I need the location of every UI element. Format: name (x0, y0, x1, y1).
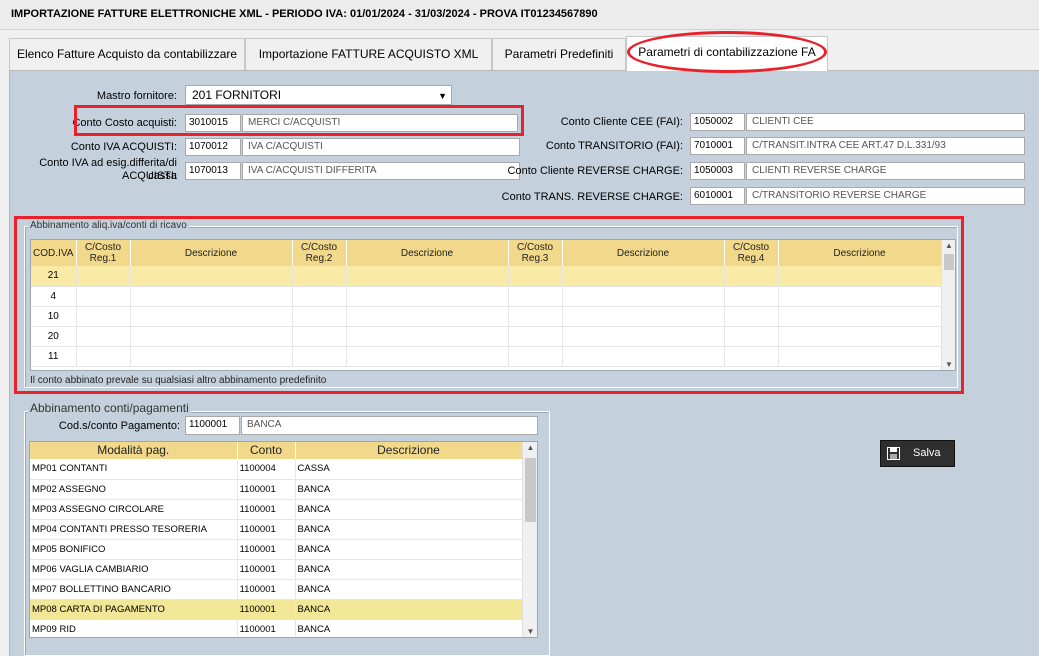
ivadiff-label-2: ACQUISTI: (121, 170, 177, 182)
descrizione-cell[interactable]: CASSA (295, 459, 523, 480)
iva-label: Conto IVA ACQUISTI: (70, 141, 177, 153)
modalita-cell[interactable]: MP02 ASSEGNO (30, 479, 238, 500)
title-bar: IMPORTAZIONE FATTURE ELETTRONICHE XML - … (0, 0, 1039, 30)
trc-code-field[interactable]: 6010001 (690, 187, 745, 205)
save-button-label: Salva (913, 447, 941, 459)
conto-cell[interactable]: 1100001 (237, 479, 296, 500)
table-row[interactable]: MP05 BONIFICO 1100001 BANCA (30, 539, 523, 560)
cod-pagamento-desc: BANCA (241, 416, 538, 435)
table-row[interactable]: MP07 BOLLETTINO BANCARIO 1100001 BANCA (30, 579, 523, 600)
payment-scrollbar[interactable]: ▲ ▼ (522, 442, 537, 637)
conto-cell[interactable]: 1100001 (237, 539, 296, 560)
mastro-label: Mastro fornitore: (96, 90, 177, 102)
descrizione-cell[interactable]: BANCA (295, 559, 523, 580)
cod-pagamento-label: Cod.s/conto Pagamento: (58, 420, 180, 432)
trans-desc-field: C/TRANSIT.INTRA CEE ART.47 D.L.331/93 (746, 137, 1025, 155)
modalita-cell[interactable]: MP08 CARTA DI PAGAMENTO (30, 599, 238, 620)
scroll-thumb[interactable] (525, 458, 536, 522)
tab-strip: Elenco Fatture Acquisto da contabilizzar… (0, 36, 1039, 71)
rc-label: Conto Cliente REVERSE CHARGE: (507, 165, 683, 177)
payment-grid-header: Modalità pag. Conto Descrizione (30, 442, 523, 459)
iva-desc-field: IVA C/ACQUISTI (242, 138, 520, 156)
mastro-value: 201 FORNITORI (192, 88, 282, 102)
mastro-fornitore-select[interactable]: 201 FORNITORI ▼ (185, 85, 452, 105)
iva-code-field[interactable]: 1070012 (185, 138, 241, 156)
col-header[interactable]: Conto (237, 442, 296, 459)
conto-cell[interactable]: 1100001 (237, 519, 296, 540)
tab-label: Elenco Fatture Acquisto da contabilizzar… (16, 47, 238, 61)
ivadiff-desc-field: IVA C/ACQUISTI DIFFERITA (242, 162, 520, 180)
table-row[interactable]: MP03 ASSEGNO CIRCOLARE 1100001 BANCA (30, 499, 523, 520)
descrizione-cell[interactable]: BANCA (295, 479, 523, 500)
window-title: IMPORTAZIONE FATTURE ELETTRONICHE XML - … (11, 8, 598, 20)
tab-parametri-predefiniti[interactable]: Parametri Predefiniti (492, 38, 626, 70)
trans-label: Conto TRANSITORIO (FAI): (545, 140, 683, 152)
modalita-cell[interactable]: MP09 RID (30, 619, 238, 637)
modalita-cell[interactable]: MP04 CONTANTI PRESSO TESORERIA (30, 519, 238, 540)
modalita-cell[interactable]: MP05 BONIFICO (30, 539, 238, 560)
dropdown-arrow-icon: ▼ (438, 91, 447, 101)
conto-cell[interactable]: 1100001 (237, 619, 296, 637)
rc-code-field[interactable]: 1050003 (690, 162, 745, 180)
ivadiff-code-field[interactable]: 1070013 (185, 162, 241, 180)
conto-cell[interactable]: 1100004 (237, 459, 296, 480)
trc-desc-field: C/TRANSITORIO REVERSE CHARGE (746, 187, 1025, 205)
modalita-cell[interactable]: MP06 VAGLIA CAMBIARIO (30, 559, 238, 580)
highlight-costo-box (74, 105, 524, 136)
cee-label: Conto Cliente CEE (FAI): (560, 116, 683, 128)
modalita-cell[interactable]: MP07 BOLLETTINO BANCARIO (30, 579, 238, 600)
trans-code-field[interactable]: 7010001 (690, 137, 745, 155)
conto-cell[interactable]: 1100001 (237, 499, 296, 520)
descrizione-cell[interactable]: BANCA (295, 499, 523, 520)
rc-desc-field: CLIENTI REVERSE CHARGE (746, 162, 1025, 180)
table-row[interactable]: MP01 CONTANTI 1100004 CASSA (30, 459, 523, 480)
tab-importazione-xml[interactable]: Importazione FATTURE ACQUISTO XML (245, 38, 492, 70)
tab-label: Importazione FATTURE ACQUISTO XML (258, 47, 479, 61)
descrizione-cell[interactable]: BANCA (295, 599, 523, 620)
table-row[interactable]: MP09 RID 1100001 BANCA (30, 619, 523, 637)
descrizione-cell[interactable]: BANCA (295, 539, 523, 560)
descrizione-cell[interactable]: BANCA (295, 619, 523, 637)
conto-cell[interactable]: 1100001 (237, 559, 296, 580)
table-row[interactable]: MP04 CONTANTI PRESSO TESORERIA 1100001 BAN… (30, 519, 523, 540)
col-header[interactable]: Modalità pag. (30, 442, 238, 459)
payment-grid[interactable]: Modalità pag. Conto Descrizione MP01 CON… (29, 441, 538, 638)
trc-label: Conto TRANS. REVERSE CHARGE: (501, 191, 683, 203)
highlight-aliq-box (14, 216, 964, 394)
table-row[interactable]: MP02 ASSEGNO 1100001 BANCA (30, 479, 523, 500)
save-icon (887, 447, 900, 460)
descrizione-cell[interactable]: BANCA (295, 519, 523, 540)
tab-elenco-fatture[interactable]: Elenco Fatture Acquisto da contabilizzar… (9, 38, 245, 70)
scroll-down-icon[interactable]: ▼ (523, 626, 537, 637)
table-row[interactable]: MP08 CARTA DI PAGAMENTO 1100001 BANCA (30, 599, 523, 620)
cee-desc-field: CLIENTI CEE (746, 113, 1025, 131)
cod-pagamento-field[interactable]: 1100001 (185, 416, 240, 435)
cee-code-field[interactable]: 1050002 (690, 113, 745, 131)
modalita-cell[interactable]: MP01 CONTANTI (30, 459, 238, 480)
highlight-ellipse (627, 31, 827, 73)
pay-group-title: Abbinamento conti/pagamenti (28, 401, 191, 415)
scroll-up-icon[interactable]: ▲ (523, 442, 537, 454)
descrizione-cell[interactable]: BANCA (295, 579, 523, 600)
conto-cell[interactable]: 1100001 (237, 579, 296, 600)
save-button[interactable]: Salva (880, 440, 955, 467)
col-header[interactable]: Descrizione (295, 442, 523, 459)
modalita-cell[interactable]: MP03 ASSEGNO CIRCOLARE (30, 499, 238, 520)
tab-label: Parametri Predefiniti (504, 47, 614, 61)
table-row[interactable]: MP06 VAGLIA CAMBIARIO 1100001 BANCA (30, 559, 523, 580)
conto-cell[interactable]: 1100001 (237, 599, 296, 620)
